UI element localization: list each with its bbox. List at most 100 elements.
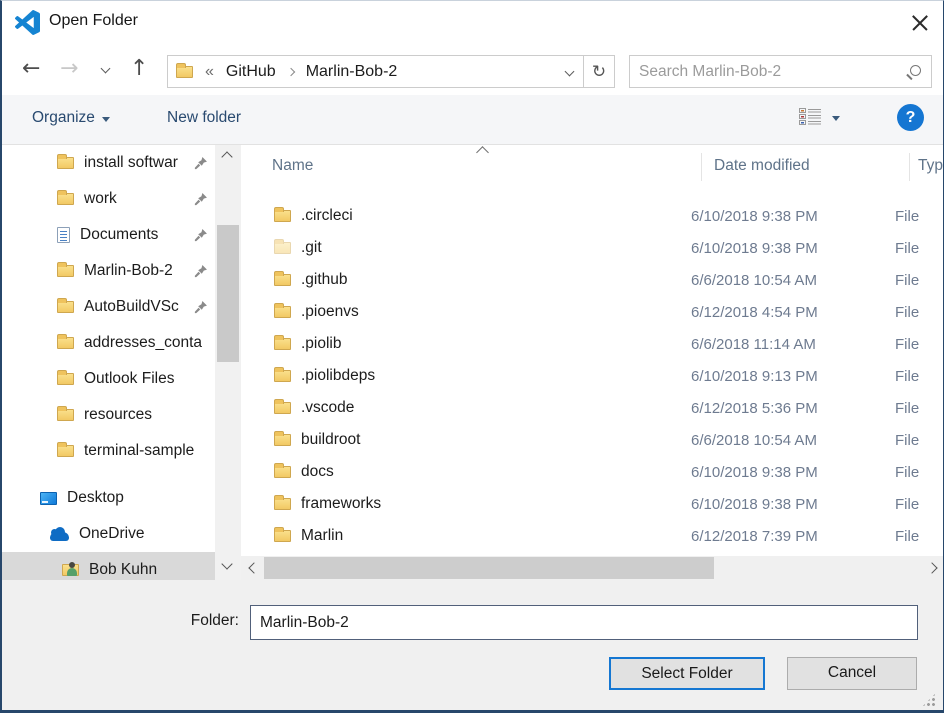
sidebar-item[interactable]: AutoBuildVSc — [2, 289, 215, 325]
sidebar-item[interactable]: install softwar — [2, 145, 215, 181]
file-list: Name Date modified Typ .circleci 6/10/20… — [241, 145, 943, 580]
folder-icon — [274, 306, 291, 318]
file-type: File — [895, 336, 943, 353]
organize-button[interactable]: Organize — [32, 109, 110, 127]
file-name: docs — [301, 463, 691, 481]
file-row[interactable]: frameworks 6/10/2018 9:38 PM File — [241, 488, 943, 520]
folder-icon — [57, 265, 74, 277]
pin-icon — [194, 228, 208, 242]
folder-icon — [57, 301, 74, 313]
organize-caret-icon — [102, 117, 110, 122]
scroll-up-icon[interactable] — [221, 151, 232, 162]
file-type: File — [895, 432, 943, 449]
new-folder-button[interactable]: New folder — [167, 109, 241, 127]
sidebar-item[interactable]: work — [2, 181, 215, 217]
sidebar-item[interactable]: Marlin-Bob-2 — [2, 253, 215, 289]
scroll-right-icon[interactable] — [926, 562, 937, 573]
horizontal-scrollbar-thumb[interactable] — [264, 557, 714, 579]
file-type: File — [895, 464, 943, 481]
file-date-modified: 6/6/2018 11:14 AM — [691, 336, 895, 353]
column-header-date-modified[interactable]: Date modified — [714, 157, 810, 175]
cancel-button[interactable]: Cancel — [787, 657, 917, 690]
folder-icon — [57, 445, 74, 457]
file-type: File — [895, 400, 943, 417]
sidebar-item[interactable]: OneDrive — [2, 516, 215, 552]
pin-icon — [194, 156, 208, 170]
file-row[interactable]: docs 6/10/2018 9:38 PM File — [241, 456, 943, 488]
folder-icon — [274, 210, 291, 222]
up-icon[interactable]: ↑ — [130, 54, 148, 84]
file-name: .circleci — [301, 207, 691, 225]
folder-name-input[interactable] — [250, 605, 918, 640]
column-header-type[interactable]: Typ — [918, 157, 943, 175]
search-icon[interactable] — [906, 64, 922, 80]
details-view-icon — [799, 108, 822, 125]
column-header-name[interactable]: Name — [272, 157, 313, 175]
folder-label: Folder: — [142, 612, 239, 630]
close-icon[interactable] — [908, 11, 932, 35]
breadcrumb-separator-icon — [286, 67, 294, 75]
breadcrumb-overflow[interactable]: « — [205, 63, 214, 81]
folder-icon — [57, 157, 74, 169]
file-type: File — [895, 240, 943, 257]
breadcrumb-item-marlin-bob-2[interactable]: Marlin-Bob-2 — [306, 63, 398, 81]
file-row[interactable]: .git 6/10/2018 9:38 PM File — [241, 232, 943, 264]
navigation-pane: install softwar work Documents Marlin-Bo… — [2, 145, 215, 580]
content-area: install softwar work Documents Marlin-Bo… — [2, 145, 943, 580]
file-row[interactable]: .piolib 6/6/2018 11:14 AM File — [241, 328, 943, 360]
documents-icon — [57, 227, 70, 243]
sidebar-scrollbar-thumb[interactable] — [217, 225, 239, 362]
sidebar-item[interactable]: Desktop — [2, 480, 215, 516]
user-folder-icon — [62, 564, 79, 576]
desktop-icon — [40, 492, 57, 505]
breadcrumb-item-github[interactable]: GitHub — [226, 63, 276, 81]
file-row[interactable]: .pioenvs 6/12/2018 4:54 PM File — [241, 296, 943, 328]
address-bar[interactable]: « GitHub Marlin-Bob-2 ↻ — [167, 55, 615, 88]
file-type: File — [895, 208, 943, 225]
scroll-down-icon[interactable] — [221, 558, 232, 569]
folder-icon — [274, 370, 291, 382]
sidebar-scrollbar[interactable] — [215, 145, 241, 580]
sidebar-item[interactable]: addresses_conta — [2, 325, 215, 361]
file-row[interactable]: .circleci 6/10/2018 9:38 PM File — [241, 200, 943, 232]
file-name: buildroot — [301, 431, 691, 449]
file-name: .piolib — [301, 335, 691, 353]
select-folder-button[interactable]: Select Folder — [609, 657, 765, 690]
sidebar-item-label: terminal-sample — [84, 442, 215, 460]
file-name: Marlin — [301, 527, 691, 545]
file-date-modified: 6/12/2018 7:39 PM — [691, 528, 895, 545]
folder-icon — [274, 466, 291, 478]
file-date-modified: 6/12/2018 5:36 PM — [691, 400, 895, 417]
folder-icon — [274, 498, 291, 510]
navigation-bar: ← → ↑ « GitHub Marlin-Bob-2 ↻ — [2, 47, 943, 95]
file-row[interactable]: .vscode 6/12/2018 5:36 PM File — [241, 392, 943, 424]
sidebar-item[interactable]: resources — [2, 397, 215, 433]
sidebar-item[interactable]: Bob Kuhn — [2, 552, 215, 580]
address-dropdown-chevron-icon[interactable] — [565, 67, 575, 77]
search-box — [629, 55, 932, 88]
open-folder-dialog: Open Folder ← → ↑ « GitHub Marlin-Bob-2 … — [0, 0, 944, 713]
sidebar-item[interactable]: Documents — [2, 217, 215, 253]
change-view-button[interactable] — [799, 108, 840, 125]
sidebar-item[interactable]: terminal-sample — [2, 433, 215, 469]
help-button[interactable]: ? — [897, 104, 924, 131]
file-row[interactable]: buildroot 6/6/2018 10:54 AM File — [241, 424, 943, 456]
horizontal-scrollbar[interactable] — [241, 556, 943, 580]
back-icon[interactable]: ← — [22, 54, 40, 84]
scroll-left-icon[interactable] — [248, 562, 259, 573]
sidebar-item[interactable]: Outlook Files — [2, 361, 215, 397]
file-type: File — [895, 368, 943, 385]
file-name: .vscode — [301, 399, 691, 417]
folder-icon — [57, 193, 74, 205]
file-row[interactable]: .piolibdeps 6/10/2018 9:13 PM File — [241, 360, 943, 392]
refresh-icon[interactable]: ↻ — [584, 62, 614, 82]
file-row[interactable]: Marlin 6/12/2018 7:39 PM File — [241, 520, 943, 552]
file-type: File — [895, 496, 943, 513]
file-name: .pioenvs — [301, 303, 691, 321]
folder-icon — [274, 402, 291, 414]
resize-grip[interactable] — [922, 693, 936, 707]
folder-icon — [274, 274, 291, 286]
search-input[interactable] — [630, 63, 906, 81]
recent-locations-chevron-icon[interactable] — [101, 64, 111, 74]
file-row[interactable]: .github 6/6/2018 10:54 AM File — [241, 264, 943, 296]
